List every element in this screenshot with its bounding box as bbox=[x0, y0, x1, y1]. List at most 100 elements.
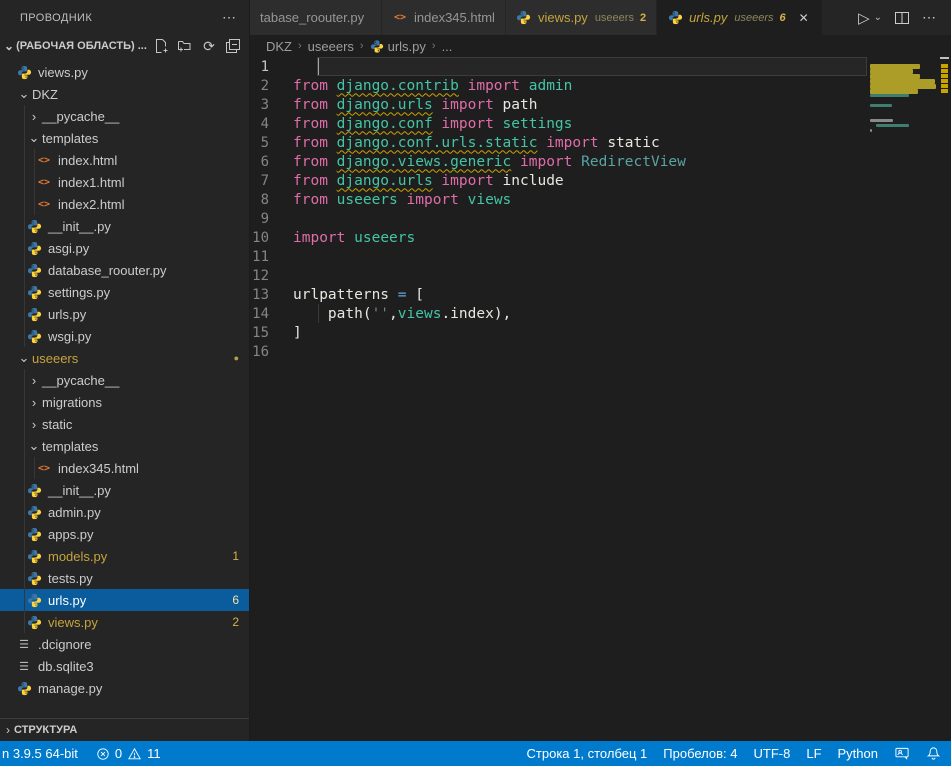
cursor-position-status[interactable]: Строка 1, столбец 1 bbox=[527, 746, 648, 761]
tab-label: views.py bbox=[538, 10, 588, 25]
breadcrumb-item[interactable]: ... bbox=[442, 39, 453, 54]
code-line-3[interactable]: 3from django.urls import path bbox=[250, 95, 951, 114]
tree-file-urls.py[interactable]: urls.py6 bbox=[0, 589, 249, 611]
minimap[interactable] bbox=[868, 57, 938, 741]
explorer-more-actions-icon[interactable]: ⋯ bbox=[222, 9, 237, 26]
tree-folder-templates[interactable]: ⌄templates bbox=[0, 435, 249, 457]
indent-guide bbox=[24, 127, 25, 149]
code-editor[interactable]: 12from django.contrib import admin3from … bbox=[250, 57, 951, 741]
ruler-warning-mark bbox=[941, 69, 948, 73]
breadcrumb-item[interactable]: DKZ bbox=[266, 39, 292, 54]
tree-file-urls.py[interactable]: urls.py bbox=[0, 303, 249, 325]
line-number: 14 bbox=[250, 306, 293, 322]
overview-ruler bbox=[938, 57, 951, 741]
tab-urls-py[interactable]: urls.py useeers 6 ✕ bbox=[657, 0, 823, 35]
tree-folder-DKZ[interactable]: ⌄DKZ bbox=[0, 83, 249, 105]
tab-description: useeers bbox=[595, 12, 634, 24]
line-number: 13 bbox=[250, 287, 293, 303]
tree-file-__init__.py[interactable]: __init__.py bbox=[0, 215, 249, 237]
tree-file-database_roouter.py[interactable]: database_roouter.py bbox=[0, 259, 249, 281]
tree-folder-__pycache__[interactable]: ›__pycache__ bbox=[0, 369, 249, 391]
tree-file-apps.py[interactable]: apps.py bbox=[0, 523, 249, 545]
tree-file-views.py[interactable]: views.py2 bbox=[0, 611, 249, 633]
workspace-section-header[interactable]: ⌄ (РАБОЧАЯ ОБЛАСТЬ) ... ⟳ bbox=[0, 35, 249, 57]
code-line-5[interactable]: 5from django.conf.urls.static import sta… bbox=[250, 133, 951, 152]
chevron-right-icon: › bbox=[296, 40, 304, 52]
chevron-right-icon: › bbox=[358, 40, 366, 52]
tab-views-py[interactable]: views.py useeers 2 bbox=[506, 0, 657, 35]
line-number: 10 bbox=[250, 230, 293, 246]
warning-icon bbox=[127, 747, 142, 761]
encoding-status[interactable]: UTF-8 bbox=[754, 746, 791, 761]
line-number: 15 bbox=[250, 325, 293, 341]
tree-file-__init__.py[interactable]: __init__.py bbox=[0, 479, 249, 501]
tree-file-admin.py[interactable]: admin.py bbox=[0, 501, 249, 523]
feedback-icon[interactable] bbox=[894, 746, 910, 761]
indent-guide bbox=[24, 589, 25, 611]
collapse-all-icon[interactable] bbox=[225, 38, 241, 54]
code-line-4[interactable]: 4from django.conf import settings bbox=[250, 114, 951, 133]
refresh-icon[interactable]: ⟳ bbox=[201, 38, 217, 54]
tree-file-.dcignore[interactable]: ☰.dcignore bbox=[0, 633, 249, 655]
run-dropdown-icon[interactable]: ⌄ bbox=[874, 12, 882, 23]
tree-folder-useeers[interactable]: ⌄useeers● bbox=[0, 347, 249, 369]
tree-file-wsgi.py[interactable]: wsgi.py bbox=[0, 325, 249, 347]
python-interpreter-status[interactable]: n 3.9.5 64-bit bbox=[2, 746, 78, 761]
code-line-7[interactable]: 7from django.urls import include bbox=[250, 171, 951, 190]
code-line-8[interactable]: 8from useeers import views bbox=[250, 190, 951, 209]
tree-file-index1.html[interactable]: <>index1.html bbox=[0, 171, 249, 193]
code-line-16[interactable]: 16 bbox=[250, 342, 951, 361]
split-editor-icon[interactable] bbox=[894, 10, 910, 26]
indent-guide bbox=[24, 501, 25, 523]
tree-item-label: index345.html bbox=[58, 461, 139, 476]
tree-file-views.py[interactable]: views.py bbox=[0, 61, 249, 83]
code-line-12[interactable]: 12 bbox=[250, 266, 951, 285]
chevron-right-icon: › bbox=[26, 417, 42, 432]
code-line-14[interactable]: 14 path('',views.index), bbox=[250, 304, 951, 323]
indent-guide bbox=[24, 391, 25, 413]
indentation-status[interactable]: Пробелов: 4 bbox=[663, 746, 737, 761]
code-line-11[interactable]: 11 bbox=[250, 247, 951, 266]
tree-file-index345.html[interactable]: <>index345.html bbox=[0, 457, 249, 479]
tree-folder-__pycache__[interactable]: ›__pycache__ bbox=[0, 105, 249, 127]
tree-folder-static[interactable]: ›static bbox=[0, 413, 249, 435]
editor-more-actions-icon[interactable]: ⋯ bbox=[922, 9, 937, 26]
code-line-2[interactable]: 2from django.contrib import admin bbox=[250, 76, 951, 95]
code-line-13[interactable]: 13urlpatterns = [ bbox=[250, 285, 951, 304]
tree-file-settings.py[interactable]: settings.py bbox=[0, 281, 249, 303]
tree-folder-templates[interactable]: ⌄templates bbox=[0, 127, 249, 149]
python-file-icon bbox=[16, 680, 32, 696]
code-text: path('',views.index), bbox=[293, 306, 511, 322]
problems-status[interactable]: 0 11 bbox=[96, 746, 161, 761]
new-folder-icon[interactable] bbox=[177, 38, 193, 54]
indent-guide bbox=[34, 193, 35, 215]
tab-index345[interactable]: <> index345.html bbox=[382, 0, 506, 35]
code-line-6[interactable]: 6from django.views.generic import Redire… bbox=[250, 152, 951, 171]
tree-file-models.py[interactable]: models.py1 bbox=[0, 545, 249, 567]
tree-file-index.html[interactable]: <>index.html bbox=[0, 149, 249, 171]
tree-file-index2.html[interactable]: <>index2.html bbox=[0, 193, 249, 215]
tree-file-manage.py[interactable]: manage.py bbox=[0, 677, 249, 699]
new-file-icon[interactable] bbox=[153, 38, 169, 54]
indent-guide bbox=[24, 435, 25, 457]
language-mode-status[interactable]: Python bbox=[838, 746, 878, 761]
code-line-15[interactable]: 15] bbox=[250, 323, 951, 342]
code-line-10[interactable]: 10import useeers bbox=[250, 228, 951, 247]
tree-item-label: settings.py bbox=[48, 285, 110, 300]
eol-status[interactable]: LF bbox=[806, 746, 821, 761]
close-icon[interactable]: ✕ bbox=[796, 11, 812, 25]
breadcrumb-item[interactable]: useeers bbox=[308, 39, 354, 54]
code-line-9[interactable]: 9 bbox=[250, 209, 951, 228]
notifications-bell-icon[interactable] bbox=[926, 746, 941, 761]
code-line-1[interactable]: 1 bbox=[250, 57, 951, 76]
html-file-icon: <> bbox=[36, 174, 52, 190]
breadcrumb-item[interactable]: urls.py bbox=[388, 39, 426, 54]
tab-database-roouter[interactable]: tabase_roouter.py bbox=[250, 0, 382, 35]
tree-file-asgi.py[interactable]: asgi.py bbox=[0, 237, 249, 259]
tree-item-label: index2.html bbox=[58, 197, 124, 212]
tree-folder-migrations[interactable]: ›migrations bbox=[0, 391, 249, 413]
outline-section-header[interactable]: › СТРУКТУРА bbox=[0, 718, 249, 741]
tree-file-db.sqlite3[interactable]: ☰db.sqlite3 bbox=[0, 655, 249, 677]
tree-file-tests.py[interactable]: tests.py bbox=[0, 567, 249, 589]
run-button[interactable]: ▷ bbox=[858, 9, 870, 27]
